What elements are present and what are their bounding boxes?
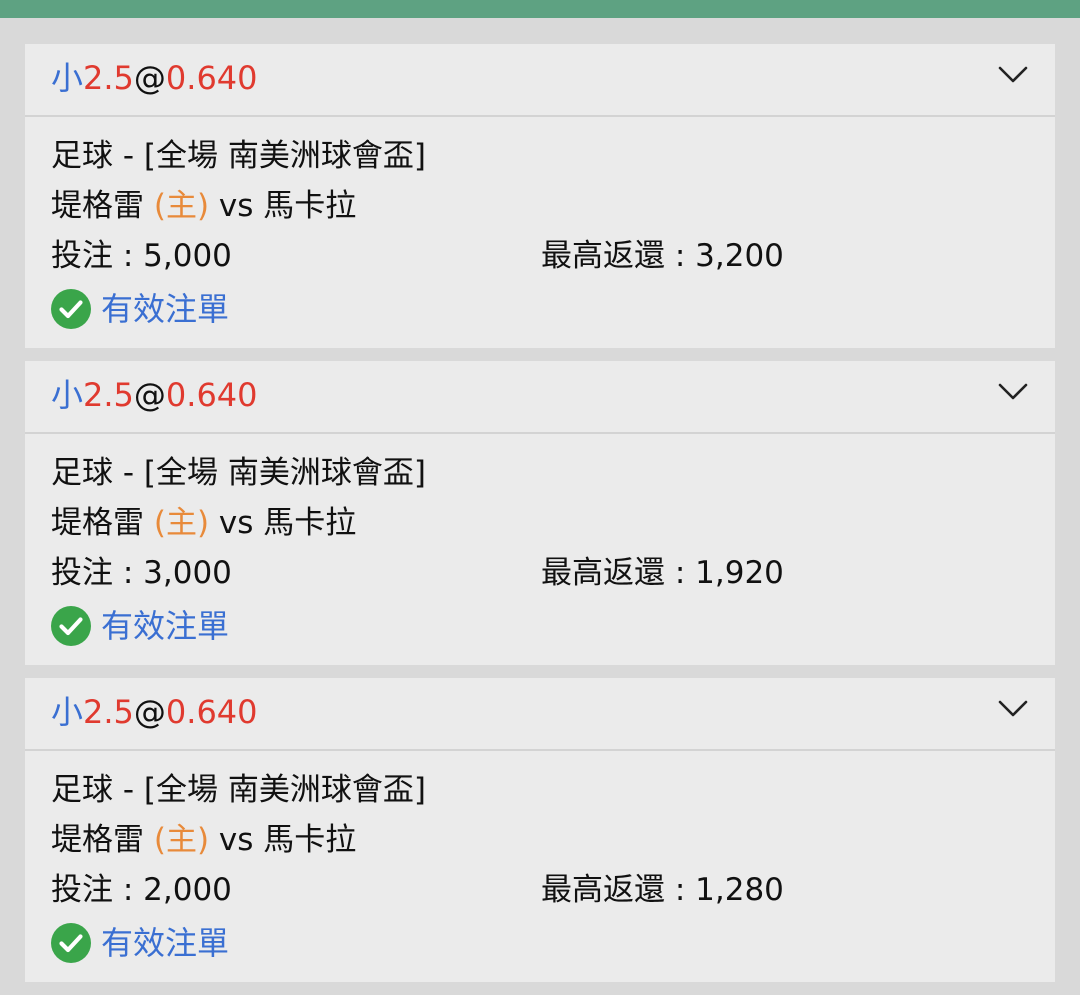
selection-line: 2.5 (83, 693, 134, 731)
home-team: 堤格雷 (51, 188, 144, 224)
bet-selection: 小2.5@0.640 (51, 58, 258, 98)
bet-card: 小2.5@0.640 足球 - [全場 南美洲球會盃] 堤格雷 (主) vs 馬… (25, 361, 1055, 665)
home-marker: (主) (153, 822, 210, 858)
bet-card-body: 足球 - [全場 南美洲球會盃] 堤格雷 (主) vs 馬卡拉 投注 : 5,0… (25, 117, 1055, 348)
match-teams: 堤格雷 (主) vs 馬卡拉 (51, 815, 1029, 865)
check-circle-icon (51, 289, 91, 329)
selection-at: @ (133, 376, 166, 414)
bet-status: 有效注單 (51, 281, 1029, 337)
versus-label: vs (218, 188, 254, 224)
stake-value: 5,000 (143, 238, 232, 274)
selection-side: 小 (51, 59, 84, 97)
chevron-down-icon[interactable] (997, 381, 1029, 403)
max-return: 最高返還 : 1,920 (541, 548, 784, 598)
max-return-label: 最高返還 : (541, 555, 696, 591)
bet-card: 小2.5@0.640 足球 - [全場 南美洲球會盃] 堤格雷 (主) vs 馬… (25, 678, 1055, 982)
stake-label: 投注 : (51, 872, 144, 908)
selection-odds: 0.640 (165, 693, 258, 731)
status-text: 有效注單 (101, 290, 230, 328)
selection-side: 小 (51, 376, 84, 414)
stake: 投注 : 2,000 (51, 865, 232, 915)
selection-odds: 0.640 (165, 59, 258, 97)
bet-card-header[interactable]: 小2.5@0.640 (25, 361, 1055, 434)
home-marker: (主) (153, 505, 210, 541)
max-return-value: 1,920 (695, 555, 784, 591)
selection-odds: 0.640 (165, 376, 258, 414)
stake-value: 2,000 (143, 872, 232, 908)
sport-league: 足球 - [全場 南美洲球會盃] (51, 138, 426, 174)
check-circle-icon (51, 606, 91, 646)
max-return-value: 3,200 (695, 238, 784, 274)
stake-row: 投注 : 5,000 最高返還 : 3,200 (51, 231, 1029, 281)
check-circle-icon (51, 923, 91, 963)
bet-selection: 小2.5@0.640 (51, 692, 258, 732)
stake-label: 投注 : (51, 238, 144, 274)
max-return-value: 1,280 (695, 872, 784, 908)
stake-label: 投注 : (51, 555, 144, 591)
away-team: 馬卡拉 (263, 822, 357, 858)
home-team: 堤格雷 (51, 822, 144, 858)
status-text: 有效注單 (101, 607, 230, 645)
bet-selection: 小2.5@0.640 (51, 375, 258, 415)
chevron-down-icon[interactable] (997, 698, 1029, 720)
home-marker: (主) (153, 188, 210, 224)
chevron-down-icon[interactable] (997, 64, 1029, 86)
status-text: 有效注單 (101, 924, 230, 962)
versus-label: vs (218, 505, 254, 541)
sport-league: 足球 - [全場 南美洲球會盃] (51, 455, 426, 491)
bet-card-header[interactable]: 小2.5@0.640 (25, 678, 1055, 751)
match-teams: 堤格雷 (主) vs 馬卡拉 (51, 181, 1029, 231)
away-team: 馬卡拉 (263, 505, 357, 541)
max-return: 最高返還 : 1,280 (541, 865, 784, 915)
stake-row: 投注 : 2,000 最高返還 : 1,280 (51, 865, 1029, 915)
bet-status: 有效注單 (51, 598, 1029, 654)
stake-value: 3,000 (143, 555, 232, 591)
max-return: 最高返還 : 3,200 (541, 231, 784, 281)
match-teams: 堤格雷 (主) vs 馬卡拉 (51, 498, 1029, 548)
versus-label: vs (218, 822, 254, 858)
home-team: 堤格雷 (51, 505, 144, 541)
selection-at: @ (133, 693, 166, 731)
bet-card-header[interactable]: 小2.5@0.640 (25, 44, 1055, 117)
stake: 投注 : 5,000 (51, 231, 232, 281)
selection-line: 2.5 (83, 59, 134, 97)
away-team: 馬卡拉 (263, 188, 357, 224)
sport-league: 足球 - [全場 南美洲球會盃] (51, 772, 426, 808)
selection-at: @ (133, 59, 166, 97)
top-bar (0, 0, 1080, 18)
max-return-label: 最高返還 : (541, 872, 696, 908)
bet-card-body: 足球 - [全場 南美洲球會盃] 堤格雷 (主) vs 馬卡拉 投注 : 2,0… (25, 751, 1055, 982)
stake: 投注 : 3,000 (51, 548, 232, 598)
bet-card: 小2.5@0.640 足球 - [全場 南美洲球會盃] 堤格雷 (主) vs 馬… (25, 44, 1055, 348)
bet-list: 小2.5@0.640 足球 - [全場 南美洲球會盃] 堤格雷 (主) vs 馬… (25, 44, 1055, 995)
bet-card-body: 足球 - [全場 南美洲球會盃] 堤格雷 (主) vs 馬卡拉 投注 : 3,0… (25, 434, 1055, 665)
max-return-label: 最高返還 : (541, 238, 696, 274)
selection-side: 小 (51, 693, 84, 731)
stake-row: 投注 : 3,000 最高返還 : 1,920 (51, 548, 1029, 598)
bet-status: 有效注單 (51, 915, 1029, 971)
selection-line: 2.5 (83, 376, 134, 414)
